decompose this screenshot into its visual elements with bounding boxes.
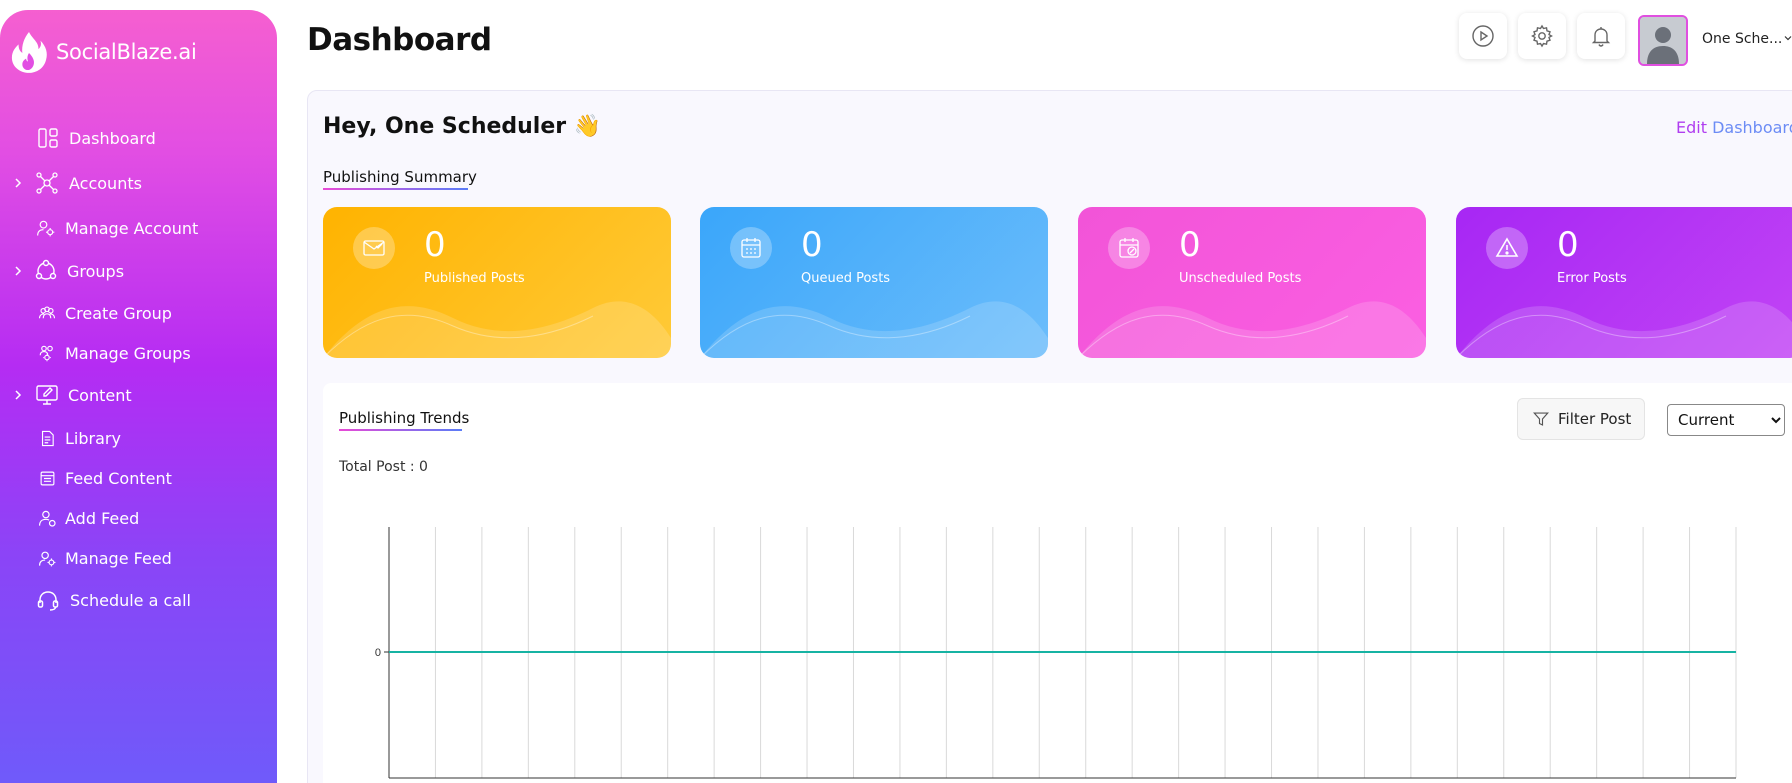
error-posts-card[interactable]: 0 Error Posts bbox=[1456, 207, 1792, 358]
dashboard-icon bbox=[38, 128, 58, 148]
filter-icon bbox=[1533, 412, 1549, 426]
create-group-icon bbox=[38, 306, 56, 319]
chevron-right-icon bbox=[15, 178, 22, 188]
sidebar-item-create-group[interactable]: Create Group bbox=[0, 297, 277, 329]
sidebar-item-label: Content bbox=[68, 385, 132, 405]
sidebar-item-add-feed[interactable]: Add Feed bbox=[0, 502, 277, 534]
envelope-check-icon bbox=[353, 227, 395, 269]
user-name[interactable]: One Sche... bbox=[1702, 31, 1782, 47]
flame-logo-icon bbox=[11, 32, 47, 73]
monitor-edit-icon bbox=[36, 385, 58, 405]
sidebar-item-schedule-call[interactable]: Schedule a call bbox=[0, 584, 277, 616]
publishing-trends-label: Publishing Trends bbox=[339, 409, 470, 427]
sidebar-item-label: Manage Feed bbox=[65, 548, 172, 568]
brand[interactable]: SocialBlaze.ai bbox=[10, 30, 197, 74]
sidebar-item-label: Groups bbox=[67, 261, 125, 281]
sidebar-item-label: Library bbox=[65, 428, 121, 448]
user-plus-icon bbox=[38, 510, 56, 527]
sidebar-item-label: Manage Account bbox=[65, 218, 199, 238]
sidebar-item-label: Schedule a call bbox=[70, 590, 191, 610]
queued-posts-card[interactable]: 0 Queued Posts bbox=[700, 207, 1048, 358]
network-icon bbox=[36, 172, 58, 194]
summary-underline bbox=[323, 188, 468, 190]
trends-underline bbox=[339, 429, 462, 431]
published-posts-card[interactable]: 0 Published Posts bbox=[323, 207, 671, 358]
unscheduled-posts-card[interactable]: 0 Unscheduled Posts bbox=[1078, 207, 1426, 358]
sidebar-item-label: Add Feed bbox=[65, 508, 140, 528]
sidebar-item-label: Feed Content bbox=[65, 468, 172, 488]
wave-decoration bbox=[323, 301, 671, 358]
chevron-right-icon bbox=[15, 266, 22, 276]
gear-icon bbox=[1531, 24, 1553, 48]
group-circle-icon bbox=[35, 259, 57, 280]
edit-dashboard-link[interactable]: Edit Dashboard bbox=[1676, 118, 1792, 137]
warning-triangle-icon bbox=[1486, 227, 1528, 269]
publishing-summary-label: Publishing Summary bbox=[323, 168, 477, 186]
page-title: Dashboard bbox=[307, 22, 492, 58]
play-icon bbox=[1472, 25, 1494, 47]
sidebar: SocialBlaze.ai Dashboard Accounts Manage… bbox=[0, 10, 277, 783]
greeting: Hey, One Scheduler 👋 bbox=[323, 114, 602, 139]
manage-groups-icon bbox=[39, 345, 53, 362]
wave-decoration bbox=[700, 301, 1048, 358]
settings-button[interactable] bbox=[1518, 13, 1566, 59]
user-settings-icon bbox=[38, 551, 56, 566]
card-label: Unscheduled Posts bbox=[1179, 271, 1302, 286]
publishing-trends-chart: 0 bbox=[375, 527, 1737, 779]
calendar-grid-icon bbox=[730, 227, 772, 269]
headset-icon bbox=[37, 591, 59, 611]
card-label: Error Posts bbox=[1557, 271, 1627, 286]
sidebar-item-feed-content[interactable]: Feed Content bbox=[0, 462, 277, 494]
sidebar-item-library[interactable]: Library bbox=[0, 422, 277, 454]
brand-name: SocialBlaze.ai bbox=[56, 40, 197, 64]
sidebar-item-manage-feed[interactable]: Manage Feed bbox=[0, 542, 277, 574]
sidebar-item-label: Dashboard bbox=[69, 128, 156, 148]
filter-post-button[interactable]: Filter Post bbox=[1517, 398, 1645, 440]
chevron-right-icon bbox=[15, 390, 22, 400]
dashboard-word: Dashboard bbox=[1712, 118, 1792, 137]
card-value: 0 bbox=[1179, 225, 1201, 265]
sidebar-item-label: Manage Groups bbox=[65, 343, 191, 363]
chevron-down-icon[interactable] bbox=[1784, 34, 1792, 42]
sidebar-item-groups[interactable]: Groups bbox=[0, 255, 277, 287]
sidebar-item-label: Create Group bbox=[65, 303, 172, 323]
notifications-button[interactable] bbox=[1577, 13, 1625, 59]
bell-icon bbox=[1591, 27, 1611, 47]
card-label: Queued Posts bbox=[801, 271, 891, 286]
y-tick-label: 0 bbox=[375, 647, 381, 659]
period-select[interactable]: Current bbox=[1667, 404, 1785, 436]
sidebar-item-label: Accounts bbox=[69, 173, 142, 193]
card-value: 0 bbox=[1557, 225, 1579, 265]
feed-list-icon bbox=[40, 471, 55, 485]
sidebar-item-accounts[interactable]: Accounts bbox=[0, 167, 277, 199]
sidebar-item-dashboard[interactable]: Dashboard bbox=[0, 122, 277, 154]
sidebar-item-content[interactable]: Content bbox=[0, 379, 277, 411]
total-post-count: Total Post : 0 bbox=[339, 459, 428, 475]
user-silhouette-icon bbox=[1640, 17, 1686, 64]
wave-decoration bbox=[1078, 301, 1426, 358]
sidebar-item-manage-account[interactable]: Manage Account bbox=[0, 212, 277, 244]
edit-word: Edit bbox=[1676, 118, 1707, 137]
card-value: 0 bbox=[424, 225, 446, 265]
filter-post-label: Filter Post bbox=[1558, 410, 1632, 428]
wave-decoration bbox=[1456, 301, 1792, 358]
avatar[interactable] bbox=[1638, 15, 1688, 66]
user-gear-icon bbox=[37, 220, 55, 237]
card-value: 0 bbox=[801, 225, 823, 265]
card-label: Published Posts bbox=[424, 271, 525, 286]
library-doc-icon bbox=[41, 430, 54, 446]
sidebar-item-manage-groups[interactable]: Manage Groups bbox=[0, 337, 277, 369]
play-button[interactable] bbox=[1459, 13, 1507, 59]
calendar-edit-icon bbox=[1108, 227, 1150, 269]
